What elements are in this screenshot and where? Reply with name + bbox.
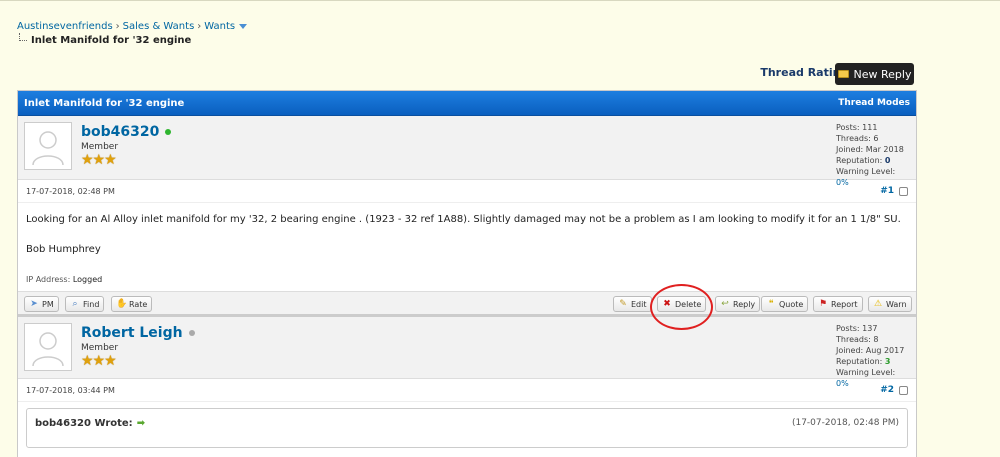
user-stats: Posts: 137 Threads: 8 Joined: Aug 2017 R… xyxy=(836,323,906,389)
flag-icon: ⚑ xyxy=(818,299,828,309)
user-role: Member xyxy=(81,343,119,353)
rate-button[interactable]: ✋ Rate xyxy=(111,296,153,312)
username-link[interactable]: Robert Leigh xyxy=(81,325,195,341)
breadcrumb-forum-home[interactable]: Austinsevenfriends xyxy=(17,21,113,32)
user-stats: Posts: 111 Threads: 6 Joined: Mar 2018 R… xyxy=(836,122,906,188)
new-reply-button[interactable]: New Reply xyxy=(835,63,914,85)
edit-button[interactable]: ✎ Edit xyxy=(613,296,652,312)
thread-modes-link[interactable]: Thread Modes xyxy=(838,98,910,108)
user-rank-stars: ★★★ xyxy=(81,353,117,369)
breadcrumb-separator: › xyxy=(197,21,202,32)
find-button[interactable]: ⌕ Find xyxy=(65,296,105,312)
rate-hand-icon: ✋ xyxy=(116,299,128,309)
offline-status-icon xyxy=(188,330,195,336)
quote-date: (17-07-2018, 02:48 PM) xyxy=(791,418,899,428)
user-reputation: Reputation: 0 xyxy=(836,156,891,165)
user-warning-level: Warning Level: 0% xyxy=(836,368,896,388)
post-author-panel: Robert Leigh Member ★★★ Posts: 137 Threa… xyxy=(18,315,916,388)
warn-button[interactable]: ⚠ Warn xyxy=(868,296,912,312)
breadcrumb-current: Inlet Manifold for '32 engine xyxy=(19,33,191,46)
post-body: Looking for an Al Alloy inlet manifold f… xyxy=(18,203,916,291)
ip-address: IP Address: Logged xyxy=(26,275,103,284)
thread-title: Inlet Manifold for '32 engine xyxy=(24,97,185,109)
message-icon xyxy=(837,70,849,78)
post-author-panel: bob46320 Member ★★★ Posts: 111 Threads: … xyxy=(18,116,916,187)
quote-bubble-icon: ❝ xyxy=(768,299,774,309)
breadcrumb-separator: › xyxy=(115,21,120,32)
pencil-icon: ✎ xyxy=(619,299,627,309)
online-status-icon xyxy=(165,129,172,135)
chevron-down-icon[interactable] xyxy=(239,23,248,29)
user-joined: Joined: Aug 2017 xyxy=(836,346,905,355)
post-date: 17-07-2018, 03:44 PM xyxy=(26,385,115,395)
user-posts: Posts: 137 xyxy=(836,324,878,333)
tree-branch-icon xyxy=(19,33,27,41)
reply-button[interactable]: ↩ Reply xyxy=(715,296,761,312)
breadcrumb-sales-wants[interactable]: Sales & Wants xyxy=(123,21,195,32)
top-border xyxy=(0,0,1000,4)
user-posts: Posts: 111 xyxy=(836,123,878,132)
username: bob46320 xyxy=(81,124,160,140)
post-meta: 17-07-2018, 02:48 PM #1 xyxy=(18,180,916,203)
quote-jump-arrow-icon[interactable]: ➡ xyxy=(137,418,145,429)
breadcrumb-wants[interactable]: Wants xyxy=(204,21,235,32)
magnifier-icon: ⌕ xyxy=(72,299,78,309)
user-reputation: Reputation: 3 xyxy=(836,357,891,366)
reply-arrow-icon: ↩ xyxy=(721,299,729,309)
default-avatar-icon xyxy=(32,131,64,166)
user-rank-stars: ★★★ xyxy=(81,152,117,168)
post-meta: 17-07-2018, 03:44 PM #2 xyxy=(18,379,916,402)
username: Robert Leigh xyxy=(81,325,183,341)
quote-block: bob46320 Wrote: ➡ (17-07-2018, 02:48 PM) xyxy=(26,408,908,448)
breadcrumb-current-title: Inlet Manifold for '32 engine xyxy=(31,35,192,46)
post-signature-line: Bob Humphrey xyxy=(26,244,101,255)
user-joined: Joined: Mar 2018 xyxy=(836,145,904,154)
thread-container: Inlet Manifold for '32 engine Thread Mod… xyxy=(17,90,917,457)
username-link[interactable]: bob46320 xyxy=(81,124,172,140)
annotation-circle xyxy=(650,284,713,330)
pm-button[interactable]: ➤ PM xyxy=(24,296,59,312)
new-reply-label: New Reply xyxy=(853,67,912,81)
default-avatar-icon xyxy=(32,332,64,367)
post-date: 17-07-2018, 02:48 PM xyxy=(26,186,115,196)
user-threads: Threads: 6 xyxy=(836,134,879,143)
avatar[interactable] xyxy=(24,323,72,371)
report-button[interactable]: ⚑ Report xyxy=(813,296,863,312)
post-text: Looking for an Al Alloy inlet manifold f… xyxy=(26,214,901,225)
breadcrumb: Austinsevenfriends › Sales & Wants › Wants xyxy=(17,21,248,32)
quote-author: bob46320 Wrote: xyxy=(35,418,133,429)
quote-header: bob46320 Wrote: ➡ xyxy=(35,418,145,429)
user-threads: Threads: 8 xyxy=(836,335,879,344)
user-warning-level: Warning Level: 0% xyxy=(836,167,896,187)
send-pm-icon: ➤ xyxy=(30,299,38,309)
user-role: Member xyxy=(81,142,119,152)
avatar[interactable] xyxy=(24,122,72,170)
thread-header: Inlet Manifold for '32 engine Thread Mod… xyxy=(18,91,916,116)
post-controls: ➤ PM ⌕ Find ✋ Rate ✎ Edit ✖ Delete ↩ Reply ❝ Qu… xyxy=(18,291,916,315)
warning-triangle-icon: ⚠ xyxy=(873,299,883,309)
quote-button[interactable]: ❝ Quote xyxy=(761,296,809,312)
